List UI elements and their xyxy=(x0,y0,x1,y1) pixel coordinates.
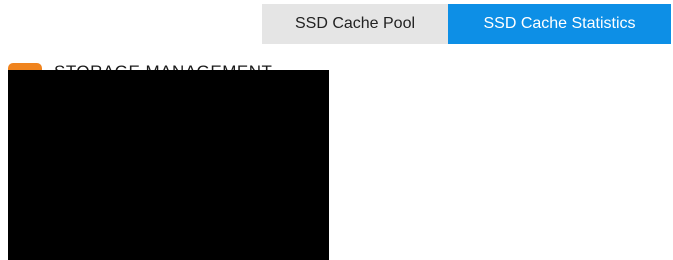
tab-bar: SSD Cache Pool SSD Cache Statistics xyxy=(262,4,671,44)
redacted-area xyxy=(8,70,329,260)
tab-ssd-cache-pool[interactable]: SSD Cache Pool xyxy=(262,4,448,44)
tab-ssd-cache-statistics[interactable]: SSD Cache Statistics xyxy=(448,4,671,44)
